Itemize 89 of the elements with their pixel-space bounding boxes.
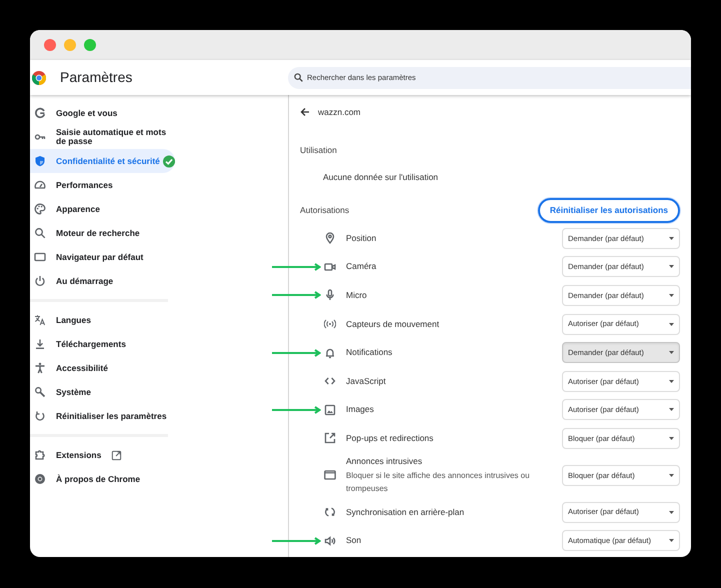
sidebar-item[interactable]: À propos de Chrome bbox=[30, 467, 175, 491]
sidebar-label: Au démarrage bbox=[56, 276, 114, 286]
caret-icon bbox=[669, 294, 674, 297]
permission-label: Micro bbox=[346, 290, 368, 301]
sidebar-item[interactable]: Saisie automatique et mots de passe bbox=[30, 125, 175, 149]
section-heading: Utilisation bbox=[300, 144, 338, 156]
sensor-icon bbox=[324, 318, 336, 330]
sidebar-label: Navigateur par défaut bbox=[56, 252, 144, 262]
puzzle-icon bbox=[34, 449, 46, 461]
sidebar-item[interactable]: Google et vous bbox=[30, 101, 175, 125]
sidebar-item[interactable]: Au démarrage bbox=[30, 269, 175, 293]
caret-icon bbox=[669, 236, 674, 240]
sidebar-label: Moteur de recherche bbox=[56, 228, 140, 238]
window-icon bbox=[324, 469, 336, 482]
settings-title: Paramètres bbox=[60, 68, 134, 87]
sidebar-label: Saisie automatique et mots de passe bbox=[56, 128, 168, 146]
image-icon bbox=[324, 404, 336, 416]
sidebar-label: Google et vous bbox=[56, 108, 118, 118]
caret-icon bbox=[669, 539, 674, 542]
section-heading: Autorisations bbox=[300, 204, 350, 216]
search-icon bbox=[34, 227, 46, 239]
sidebar-item[interactable]: Navigateur par défaut bbox=[30, 245, 175, 269]
permission-label: Son bbox=[346, 535, 362, 546]
code-icon bbox=[324, 375, 336, 388]
sidebar-item[interactable]: Téléchargements bbox=[30, 332, 175, 356]
sidebar-item[interactable]: Moteur de recherche bbox=[30, 221, 175, 245]
sidebar-item[interactable]: Performances bbox=[30, 173, 175, 197]
camera-icon bbox=[324, 260, 336, 273]
search-icon bbox=[294, 73, 303, 82]
permission-description: Bloquer si le site affiche des annonces intrusives ou trompeuses bbox=[346, 470, 531, 495]
download-icon bbox=[34, 338, 46, 350]
window-icon bbox=[34, 251, 46, 263]
sidebar-item[interactable]: Accessibilité bbox=[30, 356, 175, 380]
permission-label: Notifications bbox=[346, 347, 394, 358]
sidebar-label: Système bbox=[56, 388, 91, 396]
close-button[interactable] bbox=[44, 39, 56, 51]
permission-label: Synchronisation en arrière-plan bbox=[346, 506, 466, 518]
maximize-button[interactable] bbox=[84, 39, 96, 51]
sidebar-item[interactable]: Langues bbox=[30, 308, 175, 332]
caret-icon bbox=[669, 510, 674, 514]
external-link-icon bbox=[111, 450, 122, 460]
caret-icon bbox=[669, 408, 674, 412]
sidebar-label: Langues bbox=[56, 316, 91, 324]
caret-icon bbox=[669, 474, 674, 477]
sidebar-item[interactable]: Apparence bbox=[30, 197, 175, 221]
google-icon bbox=[34, 107, 46, 119]
permission-label: Pop-ups et redirections bbox=[346, 432, 434, 444]
palette-icon bbox=[34, 203, 46, 215]
caret-icon bbox=[669, 322, 674, 326]
sidebar-item[interactable]: Confidentialité et sécurité bbox=[30, 149, 175, 173]
sidebar-label: Apparence bbox=[56, 204, 100, 214]
permission-label: Annonces intrusives bbox=[346, 456, 424, 467]
caret-icon bbox=[669, 265, 674, 268]
gauge-icon bbox=[34, 179, 46, 191]
permission-label: Caméra bbox=[346, 261, 378, 272]
sidebar-label: Accessibilité bbox=[56, 364, 108, 372]
sync-icon bbox=[324, 506, 336, 518]
translate-icon bbox=[34, 314, 46, 326]
sidebar-item[interactable]: Système bbox=[30, 380, 175, 404]
external-link-icon bbox=[324, 432, 336, 444]
bell-icon bbox=[324, 346, 336, 359]
power-icon bbox=[34, 275, 46, 287]
accessibility-icon bbox=[34, 362, 46, 374]
permission-label: Capteurs de mouvement bbox=[346, 318, 440, 330]
reset-icon bbox=[34, 410, 46, 422]
sidebar-label: Confidentialité et sécurité bbox=[56, 156, 160, 166]
sidebar-label: Téléchargements bbox=[56, 340, 126, 348]
microphone-icon bbox=[324, 289, 336, 302]
usage-text: Aucune donnée sur l'utilisation bbox=[323, 171, 440, 183]
caret-icon bbox=[669, 380, 674, 383]
caret-icon bbox=[669, 436, 674, 440]
shield-icon bbox=[34, 155, 46, 167]
speaker-icon bbox=[324, 534, 336, 547]
permission-label: JavaScript bbox=[346, 376, 387, 387]
permission-label: Position bbox=[346, 232, 378, 244]
chrome-icon bbox=[34, 473, 46, 485]
back-arrow-icon[interactable] bbox=[300, 107, 310, 117]
sidebar-item[interactable]: Extensions bbox=[30, 443, 175, 467]
sidebar-label: Performances bbox=[56, 180, 113, 190]
reset-permissions-button[interactable]: Réinitialiser les autorisations bbox=[538, 198, 680, 222]
permission-label: Images bbox=[346, 404, 375, 416]
caret-icon bbox=[669, 351, 674, 354]
sidebar-label: À propos de Chrome bbox=[56, 474, 140, 484]
site-name: wazzn.com bbox=[318, 106, 361, 118]
pin-icon bbox=[324, 232, 336, 244]
sidebar-item[interactable]: Réinitialiser les paramètres bbox=[30, 404, 175, 428]
sidebar-label: Réinitialiser les paramètres bbox=[56, 412, 167, 420]
sidebar-label: Extensions bbox=[56, 450, 102, 460]
minimize-button[interactable] bbox=[64, 39, 76, 51]
